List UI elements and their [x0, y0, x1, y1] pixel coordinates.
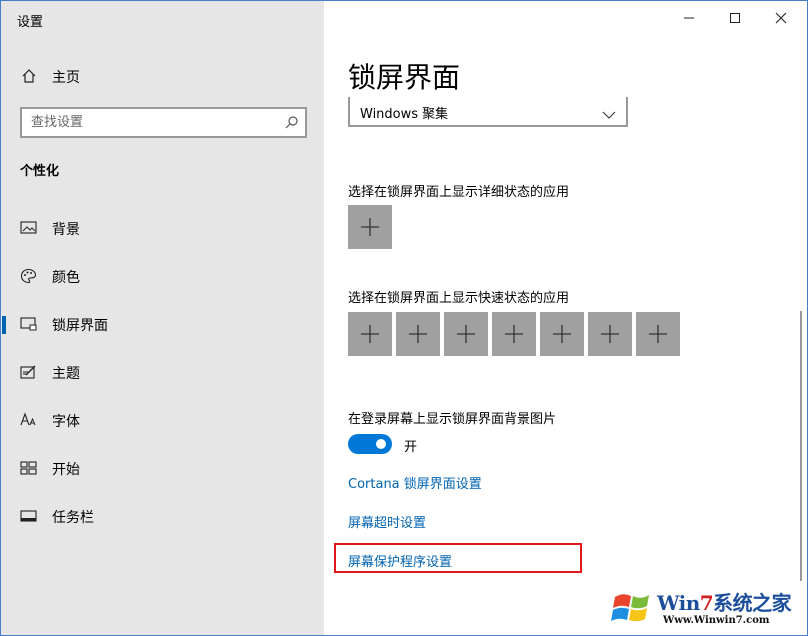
- watermark-logo: Win7系统之家 Www.Winwin7.com: [607, 583, 807, 635]
- sidebar: 设置 主页 个性化 背景 颜色: [1, 1, 324, 635]
- quick-status-add-button[interactable]: [444, 312, 488, 356]
- font-icon: [20, 412, 37, 428]
- sidebar-item-label: 任务栏: [52, 510, 94, 526]
- plus-icon: [649, 325, 667, 343]
- search-box[interactable]: [20, 107, 307, 138]
- toggle-state-label: 开: [404, 440, 418, 455]
- sidebar-item-start[interactable]: 开始: [1, 448, 324, 488]
- sidebar-item-fonts[interactable]: 字体: [1, 400, 324, 440]
- quick-status-label: 选择在锁屏界面上显示快速状态的应用: [348, 291, 570, 306]
- search-icon[interactable]: [284, 115, 299, 130]
- quick-status-add-button[interactable]: [492, 312, 536, 356]
- windows-logo-icon: [611, 594, 649, 622]
- background-dropdown[interactable]: Windows 聚集: [348, 97, 628, 127]
- plus-icon: [457, 325, 475, 343]
- start-icon: [20, 460, 37, 476]
- sidebar-item-background[interactable]: 背景: [1, 208, 324, 248]
- detailed-status-label: 选择在锁屏界面上显示详细状态的应用: [348, 185, 570, 200]
- cortana-lock-screen-settings-link[interactable]: Cortana 锁屏界面设置: [348, 473, 482, 492]
- signin-background-toggle[interactable]: [348, 434, 392, 454]
- plus-icon: [505, 325, 523, 343]
- sidebar-item-taskbar[interactable]: 任务栏: [1, 496, 324, 536]
- detailed-status-add-button[interactable]: [348, 205, 392, 249]
- sidebar-item-colors[interactable]: 颜色: [1, 256, 324, 296]
- dropdown-value: Windows 聚集: [360, 107, 449, 122]
- sidebar-item-label: 主页: [52, 70, 80, 86]
- highlight-annotation: [334, 543, 582, 573]
- scrollbar[interactable]: [800, 311, 802, 581]
- screen-timeout-settings-link[interactable]: 屏幕超时设置: [348, 512, 426, 531]
- maximize-icon: [730, 13, 740, 23]
- quick-status-add-button[interactable]: [540, 312, 584, 356]
- palette-icon: [20, 268, 37, 284]
- app-title: 设置: [17, 15, 44, 30]
- picture-icon: [20, 220, 37, 236]
- search-input[interactable]: [31, 113, 271, 132]
- section-title: 个性化: [20, 164, 60, 179]
- chevron-down-icon: [602, 105, 616, 119]
- home-icon: [21, 68, 37, 84]
- page-title: 锁屏界面: [348, 61, 461, 94]
- maximize-button[interactable]: [712, 1, 758, 35]
- watermark-brand: Win7系统之家: [657, 591, 792, 615]
- sidebar-item-label: 背景: [52, 222, 80, 238]
- sidebar-item-label: 颜色: [52, 270, 80, 286]
- plus-icon: [361, 218, 379, 236]
- sidebar-item-themes[interactable]: 主题: [1, 352, 324, 392]
- sidebar-item-home[interactable]: 主页: [1, 59, 324, 93]
- sidebar-item-lock-screen[interactable]: 锁屏界面: [1, 304, 324, 344]
- lock-screen-icon: [20, 316, 37, 332]
- taskbar-icon: [20, 508, 37, 524]
- plus-icon: [553, 325, 571, 343]
- quick-status-add-button[interactable]: [588, 312, 632, 356]
- sidebar-item-label: 开始: [52, 462, 80, 478]
- plus-icon: [361, 325, 379, 343]
- theme-icon: [20, 364, 37, 380]
- sidebar-item-label: 字体: [52, 414, 80, 430]
- quick-status-add-button[interactable]: [348, 312, 392, 356]
- toggle-knob: [376, 439, 386, 449]
- sidebar-item-label: 锁屏界面: [52, 318, 108, 334]
- quick-status-add-button[interactable]: [636, 312, 680, 356]
- plus-icon: [409, 325, 427, 343]
- close-button[interactable]: [758, 1, 804, 35]
- settings-window: 设置 主页 个性化 背景 颜色: [0, 0, 808, 636]
- minimize-icon: [684, 17, 694, 19]
- watermark-site: Www.Winwin7.com: [663, 615, 770, 626]
- sidebar-item-label: 主题: [52, 366, 80, 382]
- quick-status-add-button[interactable]: [396, 312, 440, 356]
- signin-background-label: 在登录屏幕上显示锁屏界面背景图片: [348, 412, 557, 427]
- plus-icon: [601, 325, 619, 343]
- close-icon: [775, 12, 787, 24]
- minimize-button[interactable]: [666, 1, 712, 35]
